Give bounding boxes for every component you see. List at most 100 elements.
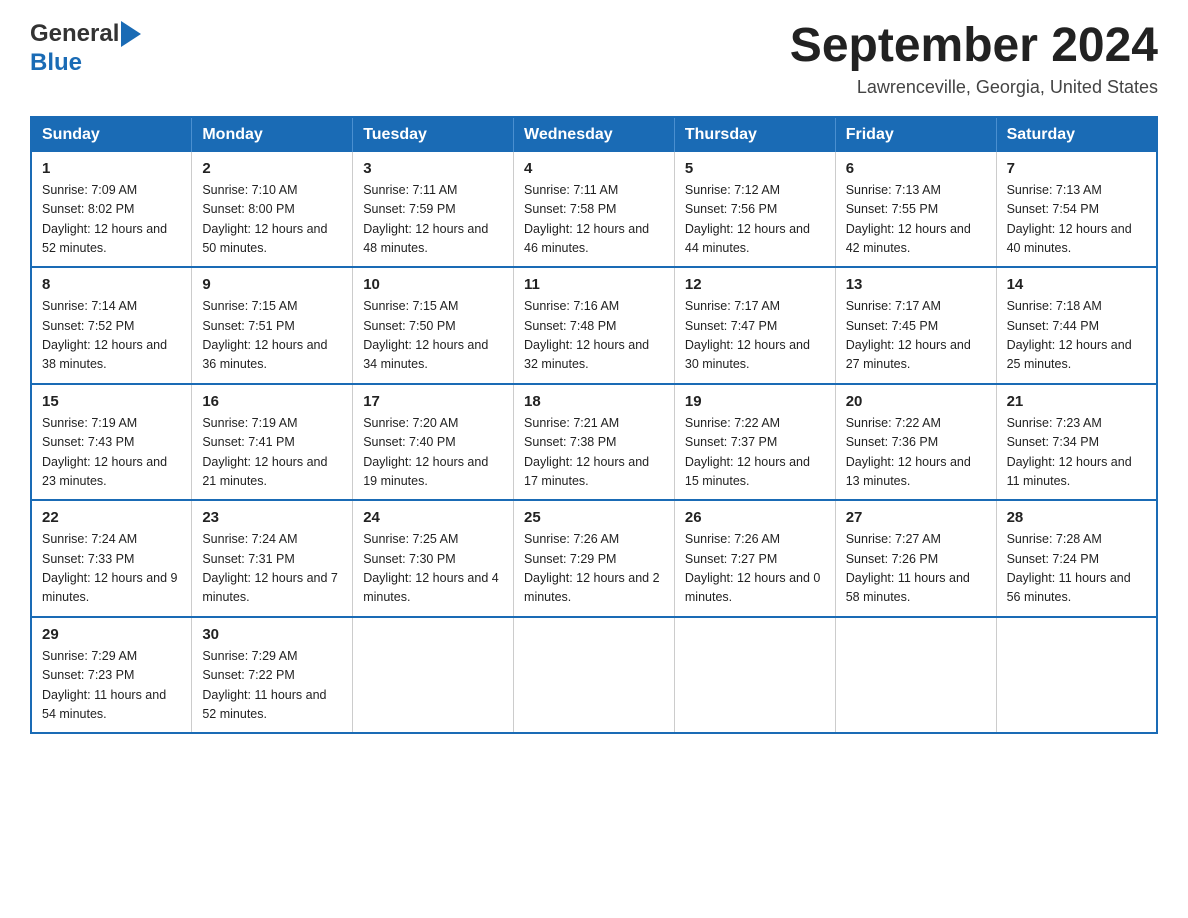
calendar-cell: 16 Sunrise: 7:19 AMSunset: 7:41 PMDayligh… [192,384,353,501]
calendar-table: SundayMondayTuesdayWednesdayThursdayFrid… [30,116,1158,735]
day-info: Sunrise: 7:15 AMSunset: 7:50 PMDaylight:… [363,299,488,371]
calendar-cell: 6 Sunrise: 7:13 AMSunset: 7:55 PMDaylight… [835,152,996,268]
calendar-cell: 27 Sunrise: 7:27 AMSunset: 7:26 PMDayligh… [835,500,996,617]
day-info: Sunrise: 7:11 AMSunset: 7:58 PMDaylight:… [524,183,649,255]
day-number: 27 [846,509,986,526]
calendar-cell: 8Sunrise: 7:14 AMSunset: 7:52 PMDaylight… [31,267,192,384]
calendar-week-3: 15 Sunrise: 7:19 AMSunset: 7:43 PMDayligh… [31,384,1157,501]
weekday-header-saturday: Saturday [996,117,1157,152]
day-info: Sunrise: 7:13 AMSunset: 7:55 PMDaylight:… [846,183,971,255]
day-info: Sunrise: 7:17 AMSunset: 7:45 PMDaylight:… [846,299,971,371]
calendar-cell: 20 Sunrise: 7:22 AMSunset: 7:36 PMDayligh… [835,384,996,501]
day-info: Sunrise: 7:10 AMSunset: 8:00 PMDaylight:… [202,183,327,255]
day-number: 12 [685,276,825,293]
calendar-cell: 21Sunrise: 7:23 AMSunset: 7:34 PMDayligh… [996,384,1157,501]
page-header: General Blue September 2024 Lawrencevill… [30,20,1158,98]
day-number: 5 [685,160,825,177]
day-number: 20 [846,393,986,410]
calendar-cell: 2 Sunrise: 7:10 AMSunset: 8:00 PMDaylight… [192,152,353,268]
calendar-cell: 13 Sunrise: 7:17 AMSunset: 7:45 PMDayligh… [835,267,996,384]
calendar-cell: 11Sunrise: 7:16 AMSunset: 7:48 PMDayligh… [514,267,675,384]
title-block: September 2024 Lawrenceville, Georgia, U… [790,20,1158,98]
day-info: Sunrise: 7:11 AMSunset: 7:59 PMDaylight:… [363,183,488,255]
logo-arrow-icon [121,21,141,47]
weekday-header-tuesday: Tuesday [353,117,514,152]
weekday-header-friday: Friday [835,117,996,152]
calendar-week-5: 29 Sunrise: 7:29 AMSunset: 7:23 PMDayligh… [31,617,1157,734]
day-number: 4 [524,160,664,177]
day-info: Sunrise: 7:26 AMSunset: 7:27 PMDaylight:… [685,532,821,604]
day-info: Sunrise: 7:22 AMSunset: 7:36 PMDaylight:… [846,416,971,488]
calendar-cell: 5 Sunrise: 7:12 AMSunset: 7:56 PMDaylight… [674,152,835,268]
calendar-cell: 26 Sunrise: 7:26 AMSunset: 7:27 PMDayligh… [674,500,835,617]
calendar-week-2: 8Sunrise: 7:14 AMSunset: 7:52 PMDaylight… [31,267,1157,384]
day-number: 11 [524,276,664,293]
day-number: 1 [42,160,181,177]
logo-blue-text: Blue [30,49,82,76]
calendar-cell: 29 Sunrise: 7:29 AMSunset: 7:23 PMDayligh… [31,617,192,734]
day-info: Sunrise: 7:24 AMSunset: 7:33 PMDaylight:… [42,532,178,604]
calendar-cell: 15 Sunrise: 7:19 AMSunset: 7:43 PMDayligh… [31,384,192,501]
location-label: Lawrenceville, Georgia, United States [790,77,1158,98]
day-number: 2 [202,160,342,177]
calendar-cell [996,617,1157,734]
calendar-cell: 17 Sunrise: 7:20 AMSunset: 7:40 PMDayligh… [353,384,514,501]
day-info: Sunrise: 7:19 AMSunset: 7:41 PMDaylight:… [202,416,327,488]
day-number: 15 [42,393,181,410]
day-number: 10 [363,276,503,293]
calendar-cell [835,617,996,734]
day-number: 17 [363,393,503,410]
day-number: 7 [1007,160,1146,177]
day-number: 3 [363,160,503,177]
weekday-header-monday: Monday [192,117,353,152]
day-info: Sunrise: 7:12 AMSunset: 7:56 PMDaylight:… [685,183,810,255]
day-number: 16 [202,393,342,410]
weekday-header-sunday: Sunday [31,117,192,152]
logo: General Blue [30,20,141,78]
calendar-cell: 9 Sunrise: 7:15 AMSunset: 7:51 PMDaylight… [192,267,353,384]
calendar-cell: 23Sunrise: 7:24 AMSunset: 7:31 PMDayligh… [192,500,353,617]
day-number: 8 [42,276,181,293]
day-info: Sunrise: 7:29 AMSunset: 7:23 PMDaylight:… [42,649,166,721]
calendar-cell: 7 Sunrise: 7:13 AMSunset: 7:54 PMDaylight… [996,152,1157,268]
calendar-cell [353,617,514,734]
calendar-cell: 18 Sunrise: 7:21 AMSunset: 7:38 PMDayligh… [514,384,675,501]
calendar-cell: 28Sunrise: 7:28 AMSunset: 7:24 PMDayligh… [996,500,1157,617]
day-info: Sunrise: 7:27 AMSunset: 7:26 PMDaylight:… [846,532,970,604]
calendar-week-1: 1 Sunrise: 7:09 AMSunset: 8:02 PMDaylight… [31,152,1157,268]
day-number: 18 [524,393,664,410]
day-number: 24 [363,509,503,526]
logo-general-text: General [30,20,119,49]
day-number: 22 [42,509,181,526]
day-info: Sunrise: 7:09 AMSunset: 8:02 PMDaylight:… [42,183,167,255]
weekday-header-thursday: Thursday [674,117,835,152]
calendar-cell: 24Sunrise: 7:25 AMSunset: 7:30 PMDayligh… [353,500,514,617]
day-number: 25 [524,509,664,526]
calendar-cell: 22 Sunrise: 7:24 AMSunset: 7:33 PMDayligh… [31,500,192,617]
day-number: 23 [202,509,342,526]
day-number: 9 [202,276,342,293]
day-number: 21 [1007,393,1146,410]
day-info: Sunrise: 7:19 AMSunset: 7:43 PMDaylight:… [42,416,167,488]
day-info: Sunrise: 7:21 AMSunset: 7:38 PMDaylight:… [524,416,649,488]
calendar-cell: 1 Sunrise: 7:09 AMSunset: 8:02 PMDaylight… [31,152,192,268]
calendar-cell: 10 Sunrise: 7:15 AMSunset: 7:50 PMDayligh… [353,267,514,384]
day-number: 26 [685,509,825,526]
day-info: Sunrise: 7:15 AMSunset: 7:51 PMDaylight:… [202,299,327,371]
calendar-cell [514,617,675,734]
day-number: 6 [846,160,986,177]
day-number: 19 [685,393,825,410]
day-number: 29 [42,626,181,643]
day-number: 28 [1007,509,1146,526]
day-info: Sunrise: 7:13 AMSunset: 7:54 PMDaylight:… [1007,183,1132,255]
day-info: Sunrise: 7:17 AMSunset: 7:47 PMDaylight:… [685,299,810,371]
calendar-week-4: 22 Sunrise: 7:24 AMSunset: 7:33 PMDayligh… [31,500,1157,617]
weekday-header-wednesday: Wednesday [514,117,675,152]
day-info: Sunrise: 7:20 AMSunset: 7:40 PMDaylight:… [363,416,488,488]
day-number: 13 [846,276,986,293]
day-info: Sunrise: 7:26 AMSunset: 7:29 PMDaylight:… [524,532,660,604]
day-info: Sunrise: 7:22 AMSunset: 7:37 PMDaylight:… [685,416,810,488]
calendar-cell [674,617,835,734]
calendar-cell: 19 Sunrise: 7:22 AMSunset: 7:37 PMDayligh… [674,384,835,501]
calendar-cell: 4 Sunrise: 7:11 AMSunset: 7:58 PMDaylight… [514,152,675,268]
